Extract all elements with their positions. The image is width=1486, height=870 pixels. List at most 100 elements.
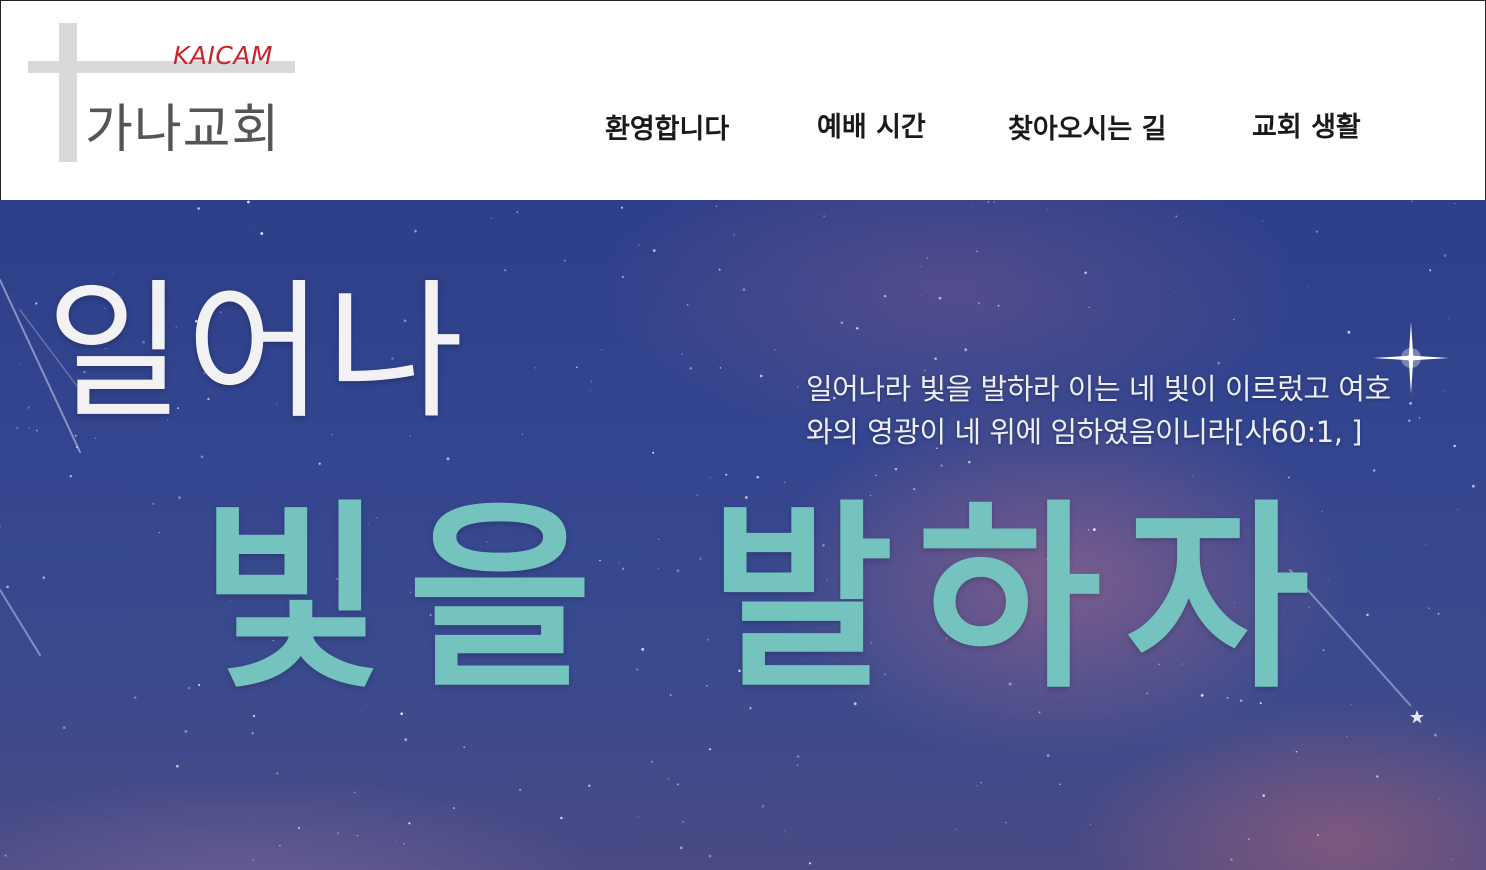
star-dot (250, 224, 252, 226)
star-dot (1410, 200, 1413, 202)
hero-headline-shine: 빛을 발하자 (200, 483, 1334, 716)
star-dot (1372, 469, 1376, 472)
star-dot (883, 294, 887, 298)
star-dot (114, 789, 116, 791)
star-dot (920, 266, 922, 268)
shooting-star-streak (0, 589, 41, 656)
star-dot (1438, 797, 1440, 800)
star-dot (1350, 704, 1352, 706)
star-dot (926, 257, 929, 259)
star-dot (522, 434, 524, 435)
star-dot (187, 686, 191, 690)
star-dot (980, 781, 982, 784)
logo-subtitle: KAICAM (173, 41, 273, 70)
star-dot (761, 804, 765, 808)
star-dot (279, 844, 281, 847)
star-dot (35, 429, 38, 432)
star-dot (404, 738, 407, 741)
star-dot (708, 854, 712, 858)
verse-line: 일어나라 빛을 발하라 이는 네 빛이 이르렀고 여호 (806, 372, 1391, 406)
star-dot (178, 496, 181, 500)
main-nav: 환영합니다 예배 시간 찾아오시는 길 교회 생활 (1, 101, 1486, 145)
nav-item-directions[interactable]: 찾아오시는 길 (1008, 107, 1166, 146)
star-dot (0, 525, 2, 528)
nav-item-welcome[interactable]: 환영합니다 (605, 107, 729, 146)
star-dot (940, 464, 943, 467)
star-dot (1059, 783, 1061, 786)
star-dot (452, 807, 455, 810)
star-dot (16, 426, 19, 430)
star-dot (638, 244, 640, 246)
star-dot (337, 832, 339, 834)
star-dot (756, 475, 759, 479)
star-dot (906, 456, 908, 458)
star-dot (4, 854, 7, 857)
star-dot (318, 462, 321, 465)
star-dot (1315, 230, 1319, 233)
star-dot (686, 303, 689, 306)
star-dot (875, 474, 877, 477)
star-dot (1366, 613, 1369, 617)
star-dot (681, 820, 685, 824)
star-dot (1308, 286, 1310, 288)
star-dot (590, 380, 593, 383)
star-dot (1451, 858, 1453, 860)
star-dot (637, 816, 639, 818)
star-dot (987, 201, 990, 203)
star-dot (588, 784, 591, 787)
star-dot (1428, 607, 1430, 609)
star-dot (774, 349, 776, 351)
hero-headline-rise: 일어나 (46, 266, 467, 440)
star-dot (446, 457, 450, 461)
star-dot (403, 842, 405, 845)
star-dot (1217, 361, 1221, 365)
star-dot (1317, 834, 1319, 836)
star-dot (69, 475, 72, 478)
star-dot (1346, 736, 1348, 737)
star-dot (679, 846, 683, 850)
star-dot (590, 389, 592, 391)
star-dot (808, 862, 812, 865)
star-dot (1425, 544, 1427, 546)
star-dot (733, 234, 735, 236)
star-dot (1347, 330, 1351, 334)
star-dot (6, 585, 9, 589)
star-dot (1262, 220, 1264, 222)
star-dot (1429, 269, 1432, 272)
star-dot (1262, 794, 1265, 797)
star-dot (560, 816, 563, 820)
star-dot (1288, 476, 1290, 479)
star-dot (1437, 612, 1440, 615)
star-dot (414, 229, 417, 233)
star-dot (968, 460, 971, 464)
star-dot (676, 783, 680, 786)
star-dot (709, 477, 711, 479)
star-dot (152, 502, 155, 506)
site-header: KAICAM 가나교회 환영합니다 예배 시간 찾아오시는 길 교회 생활 (0, 0, 1486, 200)
star-dot (276, 772, 279, 775)
nav-item-worship-times[interactable]: 예배 시간 (817, 105, 926, 144)
verse-line: 와의 영광이 네 위에 임하였음이니라[사60:1, ] (806, 415, 1362, 449)
star-dot (784, 831, 786, 833)
star-dot (576, 366, 578, 369)
star-dot (920, 295, 922, 296)
star-dot (176, 764, 179, 768)
star-dot (1295, 750, 1298, 753)
star-dot (725, 473, 728, 476)
star-dot (297, 826, 300, 829)
star-dot (563, 259, 566, 262)
star-dot (1247, 838, 1250, 840)
star-dot (1175, 215, 1178, 218)
star-dot (437, 868, 439, 870)
star-dot (934, 357, 937, 361)
star-dot (197, 207, 200, 210)
nav-item-church-life[interactable]: 교회 생활 (1252, 105, 1361, 144)
star-dot (620, 206, 623, 209)
star-dot (27, 406, 30, 409)
hero-banner: 일어나 빛을 발하자 일어나라 빛을 발하라 이는 네 빛이 이르렀고 여호 와… (0, 200, 1486, 870)
star-dot (247, 200, 250, 204)
star-dot (796, 386, 799, 388)
star-dot (184, 730, 188, 733)
star-dot (395, 840, 397, 842)
star-dot (35, 302, 38, 305)
